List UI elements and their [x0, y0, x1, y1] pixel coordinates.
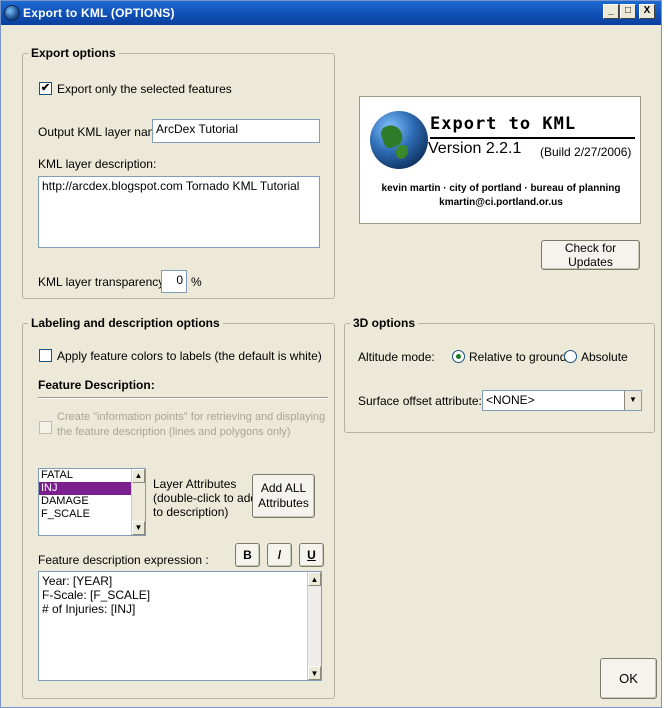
layer-description-text: http://arcdex.blogspot.com Tornado KML T… [42, 179, 300, 193]
layer-name-input[interactable]: ArcDex Tutorial [152, 119, 320, 143]
about-credit-line2: kmartin@ci.portland.or.us [439, 197, 563, 208]
expression-line: # of Injuries: [INJ] [42, 602, 136, 616]
about-build: (Build 2/27/2006) [540, 145, 632, 159]
about-version: Version 2.2.1 [428, 140, 522, 157]
layer-name-label: Output KML layer name: [38, 125, 168, 139]
check-updates-button[interactable]: Check for Updates [541, 240, 640, 270]
attribute-list-scrollbar[interactable]: ▲ ▼ [131, 469, 145, 535]
feature-description-heading: Feature Description: [38, 378, 155, 392]
layer-attributes-label-line1: Layer Attributes [153, 477, 237, 491]
info-points-label-line2: the feature description (lines and polyg… [57, 426, 291, 438]
relative-to-ground-radio[interactable] [452, 350, 465, 363]
export-selected-checkbox[interactable]: ✔ [39, 82, 52, 95]
3d-options-title: 3D options [350, 316, 418, 330]
layer-description-label: KML layer description: [38, 157, 157, 171]
expression-line: Year: [YEAR] [42, 574, 113, 588]
feature-description-divider [38, 397, 328, 399]
about-credit-line1: kevin martin · city of portland · bureau… [381, 183, 621, 194]
scroll-up-icon[interactable]: ▲ [132, 469, 145, 483]
expression-line: F-Scale: [F_SCALE] [42, 588, 151, 602]
transparency-input[interactable]: 0 [161, 270, 187, 293]
list-item[interactable]: F_SCALE [39, 508, 145, 521]
absolute-radio[interactable] [564, 350, 577, 363]
transparency-unit: % [191, 275, 202, 289]
expression-label: Feature description expression : [38, 553, 209, 567]
about-title: Export to KML [430, 114, 577, 134]
labeling-options-title: Labeling and description options [28, 316, 223, 330]
add-all-line1: Add ALL [260, 481, 307, 495]
list-item-selected[interactable]: INJ [39, 482, 145, 495]
minimize-button[interactable]: _ [603, 4, 619, 19]
transparency-label: KML layer transparency: [38, 275, 168, 289]
layer-description-input[interactable]: http://arcdex.blogspot.com Tornado KML T… [38, 176, 320, 248]
apply-colors-label: Apply feature colors to labels (the defa… [57, 349, 322, 363]
add-all-line2: Attributes [258, 496, 309, 510]
window-title: Export to KML (OPTIONS) [23, 6, 175, 20]
export-selected-label: Export only the selected features [57, 82, 232, 96]
surface-offset-label: Surface offset attribute: [358, 394, 482, 408]
add-all-attributes-button[interactable]: Add ALL Attributes [252, 474, 315, 518]
list-item[interactable]: FATAL [39, 469, 145, 482]
scroll-down-icon[interactable]: ▼ [308, 666, 321, 680]
globe-app-icon [4, 5, 20, 21]
scroll-down-icon[interactable]: ▼ [132, 521, 145, 535]
relative-to-ground-label: Relative to ground [469, 350, 567, 364]
layer-attributes-label-line3: to description) [153, 505, 229, 519]
maximize-button[interactable]: □ [620, 4, 636, 19]
underline-button[interactable]: U [299, 543, 324, 567]
surface-offset-select[interactable]: <NONE> ▼ [482, 390, 642, 411]
3d-options-group: 3D options [344, 316, 655, 433]
ok-button[interactable]: OK [600, 658, 657, 699]
scroll-up-icon[interactable]: ▲ [308, 572, 321, 586]
bold-button[interactable]: B [235, 543, 260, 567]
close-button[interactable]: X [639, 4, 655, 19]
apply-colors-checkbox[interactable] [39, 349, 52, 362]
export-options-title: Export options [28, 46, 119, 60]
export-kml-dialog: Export to KML (OPTIONS) _ □ X Export opt… [0, 0, 662, 708]
globe-logo-icon [370, 111, 428, 169]
info-points-label-line1: Create "information points" for retrievi… [57, 411, 326, 423]
italic-button[interactable]: / [267, 543, 292, 567]
expression-scrollbar[interactable]: ▲ ▼ [307, 572, 321, 680]
list-item[interactable]: DAMAGE [39, 495, 145, 508]
absolute-label: Absolute [581, 350, 628, 364]
about-divider [430, 137, 635, 139]
about-panel: Export to KML Version 2.2.1 (Build 2/27/… [359, 96, 641, 224]
attribute-listbox[interactable]: FATAL INJ DAMAGE F_SCALE ▲ ▼ [38, 468, 146, 536]
layer-attributes-label-line2: (double-click to add [153, 491, 258, 505]
title-bar[interactable]: Export to KML (OPTIONS) _ □ X [1, 1, 661, 25]
info-points-checkbox[interactable] [39, 421, 52, 434]
altitude-mode-label: Altitude mode: [358, 350, 435, 364]
chevron-down-icon[interactable]: ▼ [624, 391, 641, 410]
expression-input[interactable]: Year: [YEAR] F-Scale: [F_SCALE] # of Inj… [38, 571, 322, 681]
surface-offset-value: <NONE> [486, 393, 535, 407]
